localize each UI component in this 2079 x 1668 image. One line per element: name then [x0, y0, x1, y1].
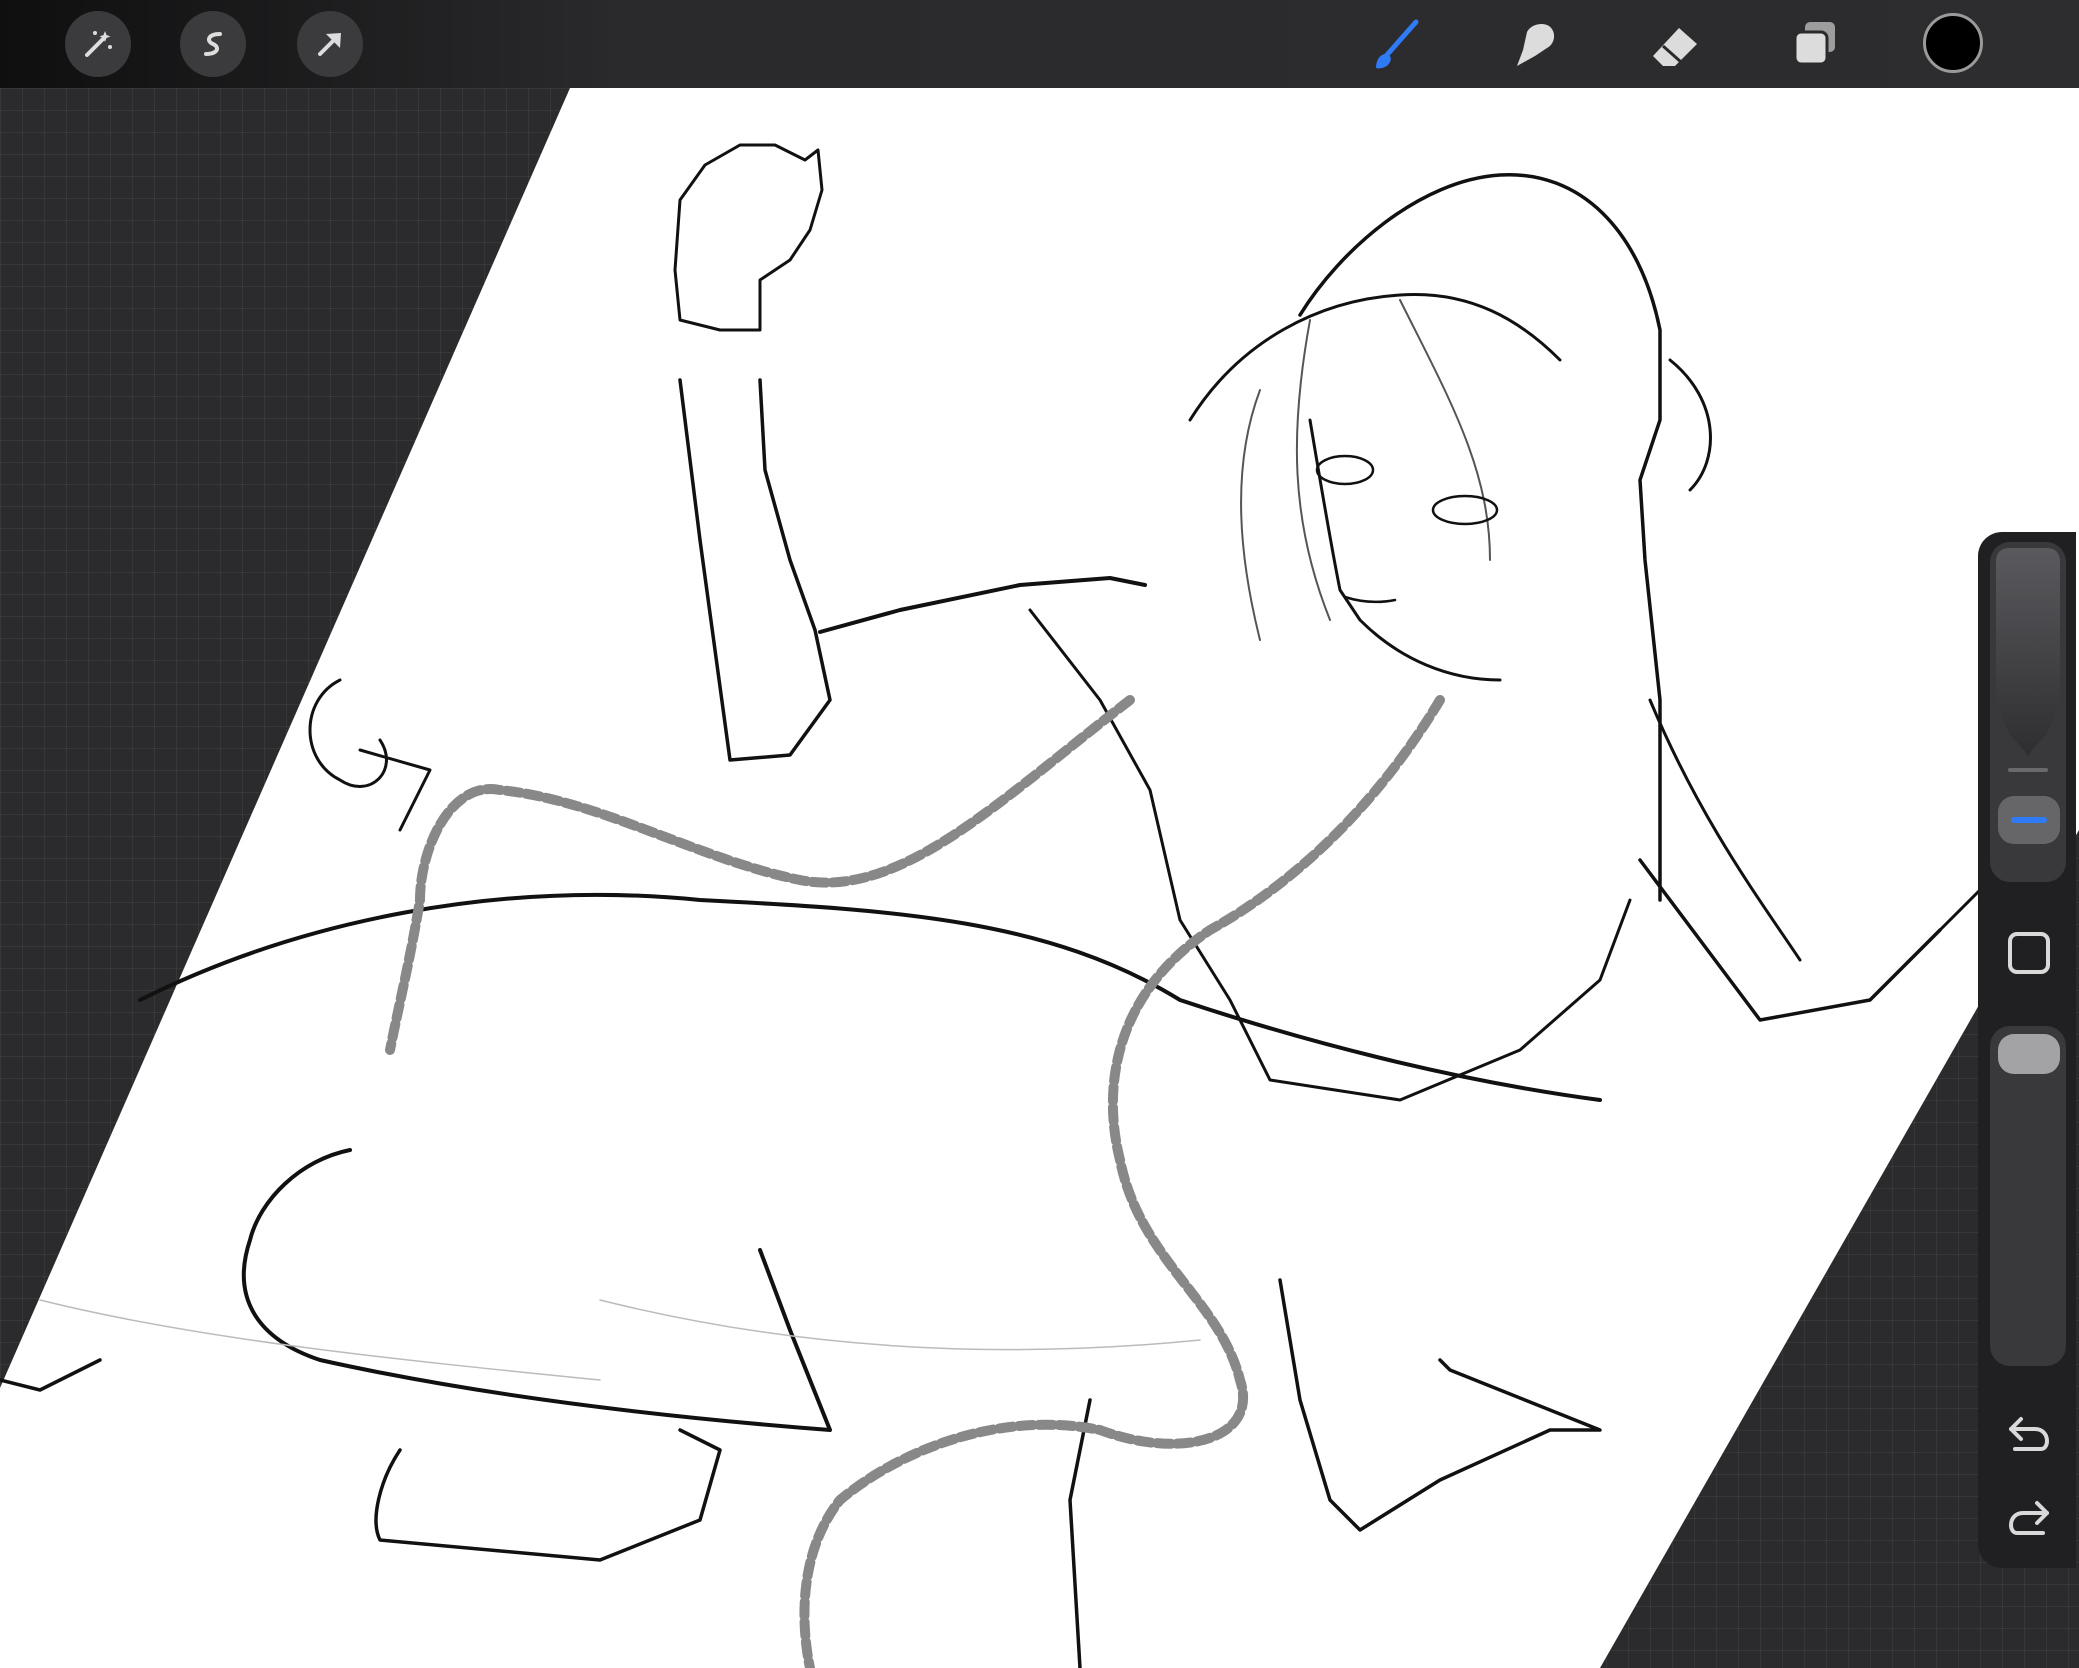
color-picker-button[interactable] [1923, 13, 1983, 73]
brush-size-thumb[interactable] [1998, 796, 2060, 844]
opacity-thumb[interactable] [1998, 1034, 2060, 1074]
drawing-canvas[interactable] [0, 88, 2079, 1668]
layers-icon [1793, 22, 1835, 66]
arrow-cursor-icon [318, 33, 341, 56]
opacity-slider[interactable] [1990, 1026, 2066, 1366]
smudge-icon [1517, 24, 1555, 66]
selection-button[interactable] [180, 11, 246, 77]
modify-button[interactable] [2002, 926, 2056, 980]
transform-button[interactable] [297, 11, 363, 77]
magic-wand-icon [85, 31, 112, 57]
eraser-tool-button[interactable] [1642, 11, 1708, 77]
undo-icon [2009, 1417, 2050, 1451]
s-curve-icon [204, 32, 222, 56]
brush-icon [1376, 19, 1419, 69]
eraser-icon [1653, 28, 1697, 66]
adjustments-button[interactable] [65, 11, 131, 77]
modify-square-icon [2008, 932, 2050, 974]
undo-button[interactable] [2002, 1406, 2056, 1460]
redo-icon [2008, 1501, 2049, 1535]
brush-tool-button[interactable] [1365, 11, 1431, 77]
layers-button[interactable] [1782, 11, 1848, 77]
smudge-tool-button[interactable] [1502, 11, 1568, 77]
top-toolbar [0, 0, 2079, 88]
artboard [0, 88, 2079, 1668]
redo-button[interactable] [2002, 1490, 2056, 1544]
size-indicator-line [2011, 817, 2047, 823]
